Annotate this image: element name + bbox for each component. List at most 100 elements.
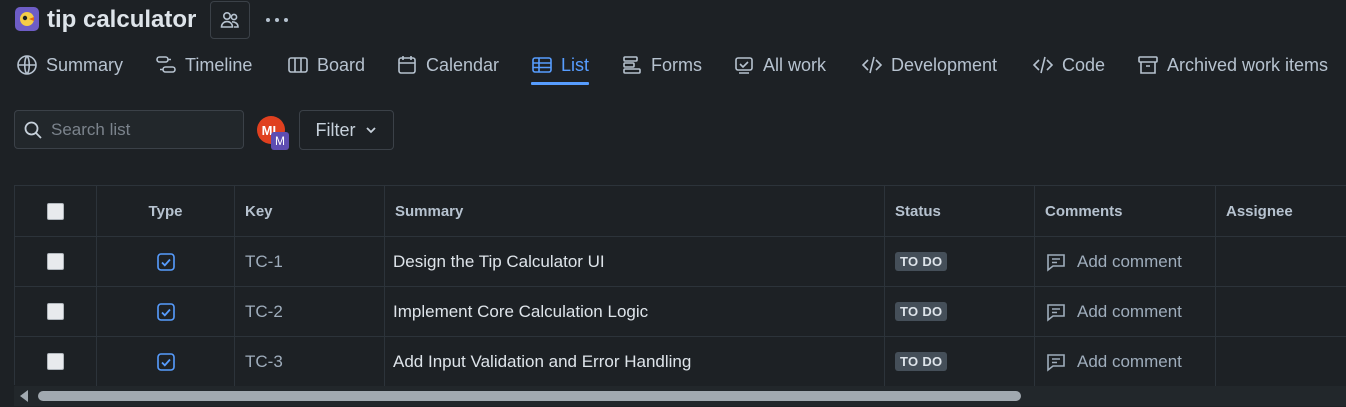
summary-cell[interactable]: Implement Core Calculation Logic xyxy=(385,287,885,336)
table-row[interactable]: TC-1 Design the Tip Calculator UI TO DO … xyxy=(15,237,1346,287)
task-type-icon[interactable] xyxy=(156,302,175,321)
code-icon xyxy=(1032,56,1054,74)
add-comment-label: Add comment xyxy=(1077,301,1182,321)
comment-icon xyxy=(1047,353,1065,372)
board-icon xyxy=(288,57,308,73)
search-icon xyxy=(24,121,42,139)
status-cell: TO DO xyxy=(885,287,1035,336)
scrollbar-thumb[interactable] xyxy=(38,391,1021,401)
tab-timeline[interactable]: Timeline xyxy=(155,46,252,84)
add-comment-button[interactable]: Add comment xyxy=(1045,251,1182,273)
comments-cell: Add comment xyxy=(1035,337,1216,386)
type-cell xyxy=(97,337,235,386)
tab-label: Archived work items xyxy=(1167,54,1329,75)
avatar-group[interactable]: ML M xyxy=(257,116,291,150)
filter-label: Filter xyxy=(315,119,356,140)
tab-label: Timeline xyxy=(185,54,253,75)
column-header-status[interactable]: Status xyxy=(885,186,1035,236)
column-header-type[interactable]: Type xyxy=(97,186,235,236)
tab-label: Forms xyxy=(651,54,702,75)
select-all-checkbox[interactable] xyxy=(47,202,64,220)
tab-code[interactable]: Code xyxy=(1032,46,1105,84)
timeline-icon xyxy=(156,56,176,73)
task-type-icon[interactable] xyxy=(156,252,175,271)
assignee-cell[interactable] xyxy=(1216,237,1346,286)
tab-archived-work-items[interactable]: Archived work items xyxy=(1137,46,1328,84)
summary-cell[interactable]: Design the Tip Calculator UI xyxy=(385,237,885,286)
project-logo-icon[interactable] xyxy=(15,7,39,31)
row-checkbox[interactable] xyxy=(47,353,64,370)
status-badge[interactable]: TO DO xyxy=(895,352,948,371)
filter-button[interactable]: Filter xyxy=(299,110,394,150)
tab-label: Code xyxy=(1062,54,1106,75)
key-cell[interactable]: TC-1 xyxy=(235,237,385,286)
status-cell: TO DO xyxy=(885,337,1035,386)
column-header-comments[interactable]: Comments xyxy=(1035,186,1216,236)
project-header: tip calculator xyxy=(0,0,1346,42)
task-type-icon[interactable] xyxy=(156,352,175,371)
more-button[interactable] xyxy=(260,1,294,39)
status-cell: TO DO xyxy=(885,237,1035,286)
tab-board[interactable]: Board xyxy=(287,46,365,84)
add-comment-label: Add comment xyxy=(1077,351,1182,371)
archive-icon xyxy=(1138,56,1158,74)
select-all-cell xyxy=(15,186,97,236)
search-box[interactable] xyxy=(14,110,244,149)
row-checkbox[interactable] xyxy=(47,253,64,270)
type-cell xyxy=(97,237,235,286)
key-cell[interactable]: TC-2 xyxy=(235,287,385,336)
tab-label: Board xyxy=(317,54,366,75)
calendar-icon xyxy=(398,56,416,74)
comments-cell: Add comment xyxy=(1035,287,1216,336)
comment-icon xyxy=(1047,303,1065,322)
tab-label: Development xyxy=(891,54,998,75)
horizontal-scrollbar[interactable] xyxy=(14,386,1346,406)
add-comment-label: Add comment xyxy=(1077,251,1182,271)
tab-development[interactable]: Development xyxy=(861,46,997,84)
assignee-cell[interactable] xyxy=(1216,287,1346,336)
comments-cell: Add comment xyxy=(1035,237,1216,286)
tab-list[interactable]: List xyxy=(531,46,590,85)
table-row[interactable]: TC-2 Implement Core Calculation Logic TO… xyxy=(15,287,1346,337)
tab-summary[interactable]: Summary xyxy=(16,46,123,84)
key-cell[interactable]: TC-3 xyxy=(235,337,385,386)
column-header-assignee[interactable]: Assignee xyxy=(1216,186,1346,236)
tab-label: Calendar xyxy=(426,54,500,75)
all-work-icon xyxy=(735,57,753,74)
summary-cell[interactable]: Add Input Validation and Error Handling xyxy=(385,337,885,386)
add-comment-button[interactable]: Add comment xyxy=(1045,301,1182,323)
column-header-summary[interactable]: Summary xyxy=(385,186,885,236)
table-header-row: Type Key Summary Status Comments Assigne… xyxy=(15,186,1346,237)
work-items-table: Type Key Summary Status Comments Assigne… xyxy=(14,185,1346,387)
development-icon xyxy=(861,56,883,74)
tab-label: Summary xyxy=(46,54,124,75)
people-button[interactable] xyxy=(210,1,250,39)
chevron-down-icon xyxy=(365,127,376,134)
comment-icon xyxy=(1047,253,1065,272)
list-icon xyxy=(532,57,552,73)
tab-all-work[interactable]: All work xyxy=(733,46,826,84)
project-title[interactable]: tip calculator xyxy=(47,4,196,36)
tab-calendar[interactable]: Calendar xyxy=(396,46,499,84)
type-cell xyxy=(97,287,235,336)
assignee-cell[interactable] xyxy=(1216,337,1346,386)
row-select-cell xyxy=(15,337,97,386)
tab-forms[interactable]: Forms xyxy=(621,46,702,84)
more-horizontal-icon xyxy=(266,18,288,22)
row-select-cell xyxy=(15,287,97,336)
avatar-secondary[interactable]: M xyxy=(271,132,289,150)
forms-icon xyxy=(623,56,641,74)
table-row[interactable]: TC-3 Add Input Validation and Error Hand… xyxy=(15,337,1346,387)
search-input[interactable] xyxy=(51,119,231,140)
row-select-cell xyxy=(15,237,97,286)
add-comment-button[interactable]: Add comment xyxy=(1045,351,1182,373)
tab-label: List xyxy=(561,54,590,75)
view-tabs: Summary Timeline Board Calendar List For… xyxy=(0,46,1346,86)
column-header-key[interactable]: Key xyxy=(235,186,385,236)
tab-label: All work xyxy=(763,54,827,75)
status-badge[interactable]: TO DO xyxy=(895,252,948,271)
status-badge[interactable]: TO DO xyxy=(895,302,948,321)
people-icon xyxy=(220,11,239,28)
row-checkbox[interactable] xyxy=(47,303,64,320)
scroll-left-arrow-icon[interactable] xyxy=(20,390,28,402)
